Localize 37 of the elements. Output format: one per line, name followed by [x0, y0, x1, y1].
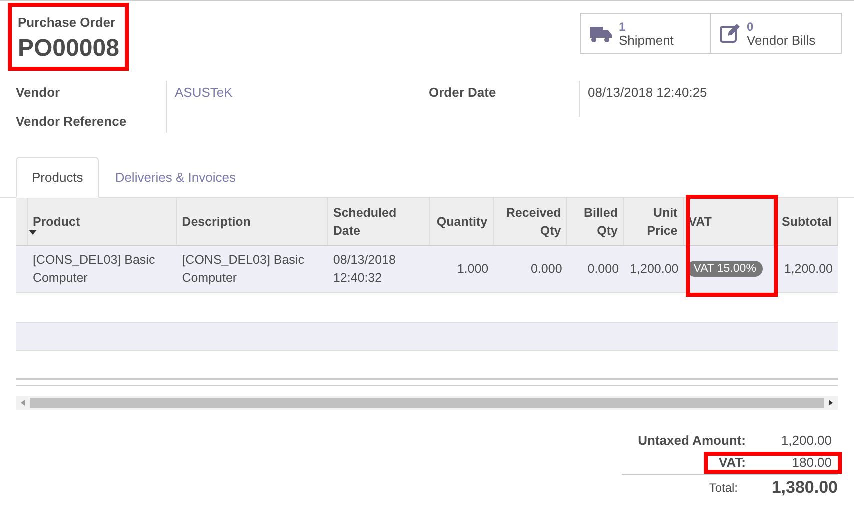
column-header[interactable]: Subtotal [774, 198, 838, 245]
table-cell-text: 1,200.00 [783, 261, 834, 278]
table-row[interactable]: [CONS_DEL03] Basic Computer [CONS_DEL03] Basic Computer 08/13/2018 12:40:32 1.000 0.000 0.000 1,200.00 VAT 15.00% 1,200.00 [16, 246, 838, 293]
column-header[interactable]: Description [177, 198, 328, 245]
field-label: Vendor Reference [16, 113, 128, 131]
column-header[interactable]: Billed Qty [567, 198, 624, 245]
table-cell-text: 1.000 [456, 261, 490, 278]
total-label: Untaxed Amount: [638, 432, 746, 450]
smart-button[interactable]: 0 Vendor Bills [711, 13, 842, 54]
column-header[interactable]: Product [28, 198, 178, 245]
total-label: Total: [709, 480, 738, 496]
tab[interactable]: Products [16, 156, 100, 198]
table-cell-text: 0.000 [530, 261, 564, 278]
column-header[interactable]: Received Qty [494, 198, 568, 245]
column-header[interactable]: VAT [684, 198, 774, 245]
total-value: 1,380.00 [770, 476, 838, 499]
column-header[interactable]: Unit Price [624, 198, 684, 245]
table-cell-text: [CONS_DEL03] Basic Computer [32, 252, 156, 287]
smart-button[interactable]: 1 Shipment [580, 13, 711, 54]
table-cell-text: 1,200.00 [629, 261, 680, 278]
total-value: 180.00 [791, 454, 832, 472]
field-value: 08/13/2018 12:40:25 [588, 84, 708, 100]
table-cell-text: 08/13/2018 12:40:32 [332, 252, 397, 287]
column-header[interactable]: Quantity [430, 198, 494, 245]
sort-caret-icon [28, 230, 37, 235]
total-value: 1,200.00 [780, 432, 832, 450]
total-label: VAT: [719, 454, 746, 472]
order-number: PO00008 [18, 34, 120, 64]
field-label: Order Date [429, 84, 496, 100]
column-header[interactable]: Scheduled Date [328, 198, 430, 245]
tab[interactable]: Deliveries & Invoices [99, 156, 252, 198]
table-cell-text: [CONS_DEL03] Basic Computer [181, 252, 306, 287]
edit-icon [719, 22, 741, 44]
table-cell-text: 0.000 [586, 261, 620, 278]
field-label: Vendor [16, 84, 62, 102]
form-label: Purchase Order [18, 14, 117, 32]
vendor-link[interactable]: ASUSTeK [175, 84, 233, 100]
